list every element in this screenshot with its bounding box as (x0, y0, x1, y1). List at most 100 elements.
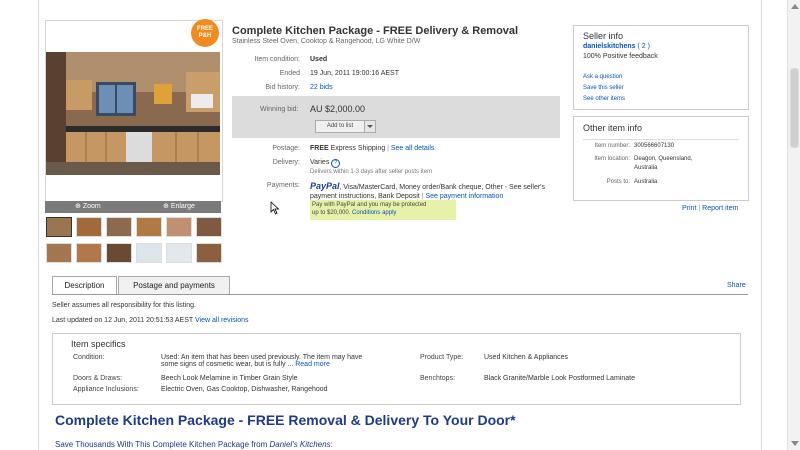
condition-label: Item condition: (254, 56, 300, 63)
spec-doors-label: Doors & Draws: (73, 375, 123, 382)
delivery-varies: Varies (310, 159, 330, 166)
thumbnail[interactable] (46, 243, 72, 263)
paypal-protection-note: Pay with PayPal and you may be protected… (310, 200, 456, 220)
postage-free: FREE (310, 145, 329, 152)
listing-subline: Save Thousands With This Complete Kitche… (55, 440, 333, 449)
spec-condition-line2: some signs of cosmetic wear, but is full… (161, 361, 294, 368)
thumbnail[interactable] (106, 217, 132, 237)
seller-info-panel: Seller info danielskitchens ( 2 ) 100% P… (573, 25, 749, 110)
delivery-value: Varies ? (310, 159, 341, 168)
winning-bid-amount: AU $2,000.00 (310, 104, 366, 114)
other-item-info-panel: Other item info Item number: 30056660713… (573, 116, 749, 201)
badge-line2: P&H (198, 33, 212, 39)
add-to-list-dropdown[interactable] (364, 120, 376, 133)
thumbnail[interactable] (166, 243, 192, 263)
seller-name-row: danielskitchens ( 2 ) (583, 43, 650, 50)
thumbnail[interactable] (136, 243, 162, 263)
bid-history-link[interactable]: 22 bids (310, 84, 333, 91)
read-more-link[interactable]: Read more (295, 361, 330, 368)
badge-line1: FREE (196, 26, 213, 32)
help-icon[interactable]: ? (331, 159, 341, 168)
see-payment-info-link[interactable]: See payment information (425, 193, 503, 200)
view-all-revisions-link[interactable]: View all revisions (195, 317, 249, 324)
vertical-scrollbar[interactable] (787, 0, 800, 450)
thumbnail[interactable] (46, 217, 72, 237)
condition-value: Used (310, 56, 328, 63)
spec-product-type-label: Product Type: (420, 354, 464, 361)
winning-bid-box: Winning bid: AU $2,000.00 Add to list (232, 96, 560, 138)
bid-history-label: Bid history: (265, 84, 300, 91)
item-specifics-box: Item specifics Condition: Used: An item … (52, 333, 741, 405)
see-all-details-link[interactable]: See all details (391, 145, 435, 152)
listing-subline-suffix: : (330, 440, 333, 449)
item-specifics-heading: Item specifics (71, 339, 126, 349)
print-report-row: Print | Report item (682, 205, 738, 212)
spec-appliances-value: Electric Oven, Gas Cooktop, Dishwasher, … (161, 386, 328, 393)
item-location-value-line2: Australia (634, 165, 658, 171)
item-location-label: Item location: (594, 156, 630, 162)
spec-condition-line1: Used: An item that has been used previou… (161, 354, 363, 361)
seller-feedback-score[interactable]: ( 2 ) (637, 43, 649, 50)
thumbnail[interactable] (166, 217, 192, 237)
scrollbar-thumb[interactable] (790, 68, 799, 148)
thumbnail[interactable] (106, 243, 132, 263)
posts-to-label: Posts to: (606, 179, 630, 185)
last-updated-row: Last updated on 12 Jun, 2011 20:51:53 AE… (52, 317, 249, 324)
spec-benchtops-value: Black Granite/Marble Look Postformed Lam… (484, 375, 635, 382)
delivery-label: Delivery: (272, 159, 300, 166)
thumbnail[interactable] (196, 243, 222, 263)
thumbnail[interactable] (136, 217, 162, 237)
enlarge-button[interactable]: ⊕ Enlarge (163, 202, 195, 210)
conditions-apply-link[interactable]: Conditions apply (352, 210, 396, 216)
spec-appliances-label: Appliance Inclusions: (73, 386, 139, 393)
other-item-info-heading: Other item info (583, 123, 643, 133)
scroll-down-icon[interactable] (791, 441, 799, 446)
postage-method: Express Shipping (330, 145, 386, 152)
last-updated-value: 12 Jun, 2011 20:51:53 AEST (104, 317, 194, 324)
thumbnail[interactable] (196, 217, 222, 237)
paypal-note-line2: up to $20,000. (312, 210, 351, 216)
photo-zoom-bar: ⊕ Zoom ⊕ Enlarge (45, 201, 221, 213)
tab-underline (52, 294, 748, 295)
main-photo[interactable] (46, 52, 220, 175)
item-number-value: 300566607130 (634, 143, 675, 149)
thumbnail[interactable] (76, 217, 102, 237)
add-to-list-button[interactable]: Add to list (315, 120, 365, 133)
tab-postage-and-payments[interactable]: Postage and payments (118, 276, 230, 295)
item-number-label: Item number: (594, 143, 630, 149)
see-other-items-link[interactable]: See other items (583, 96, 625, 102)
delivery-note: Delivers within 1-3 days after seller po… (310, 169, 433, 175)
postage-label: Postage: (272, 145, 300, 152)
posts-to-value: Australia (634, 179, 658, 185)
payments-value: PayPal, Visa/MasterCard, Money order/Ban… (310, 182, 560, 201)
item-title: Complete Kitchen Package - FREE Delivery… (232, 25, 519, 37)
seller-feedback-percent: 100% Positive feedback (583, 53, 658, 60)
ask-question-link[interactable]: Ask a question (583, 74, 622, 80)
postage-value: FREE Express Shipping | See all details (310, 145, 434, 152)
ended-label: Ended (279, 70, 300, 77)
zoom-label: Zoom (82, 203, 101, 210)
payments-label: Payments: (266, 182, 300, 189)
enlarge-label: Enlarge (170, 203, 195, 210)
actions-separator: | (698, 205, 701, 212)
paypal-note-line1: Pay with PayPal and you may be protected (312, 202, 427, 208)
item-subtitle: Stainless Steel Oven, Cooktop & Rangehoo… (232, 38, 421, 45)
spec-product-type-value: Used Kitchen & Appliances (484, 354, 569, 361)
report-item-link[interactable]: Report item (702, 205, 738, 212)
save-seller-link[interactable]: Save this seller (583, 85, 624, 91)
zoom-button[interactable]: ⊕ Zoom (75, 202, 101, 210)
spec-condition-value: Used: An item that has been used previou… (161, 354, 401, 368)
winning-bid-label: Winning bid: (260, 106, 299, 113)
tab-description[interactable]: Description (52, 276, 117, 295)
ended-value: 19 Jun, 2011 19:00:16 AEST (310, 70, 399, 77)
print-link[interactable]: Print (682, 205, 696, 212)
listing-subline-name: Daniel's Kitchens (269, 440, 331, 449)
free-ph-badge: FREE P&H (191, 19, 219, 47)
spec-condition-label: Condition: (73, 354, 105, 361)
mouse-cursor-icon (270, 201, 280, 215)
scroll-up-icon[interactable] (791, 4, 799, 9)
thumbnail[interactable] (76, 243, 102, 263)
share-link[interactable]: Share (727, 282, 746, 289)
payments-separator: | (421, 193, 424, 200)
seller-name-link[interactable]: danielskitchens (583, 43, 636, 50)
